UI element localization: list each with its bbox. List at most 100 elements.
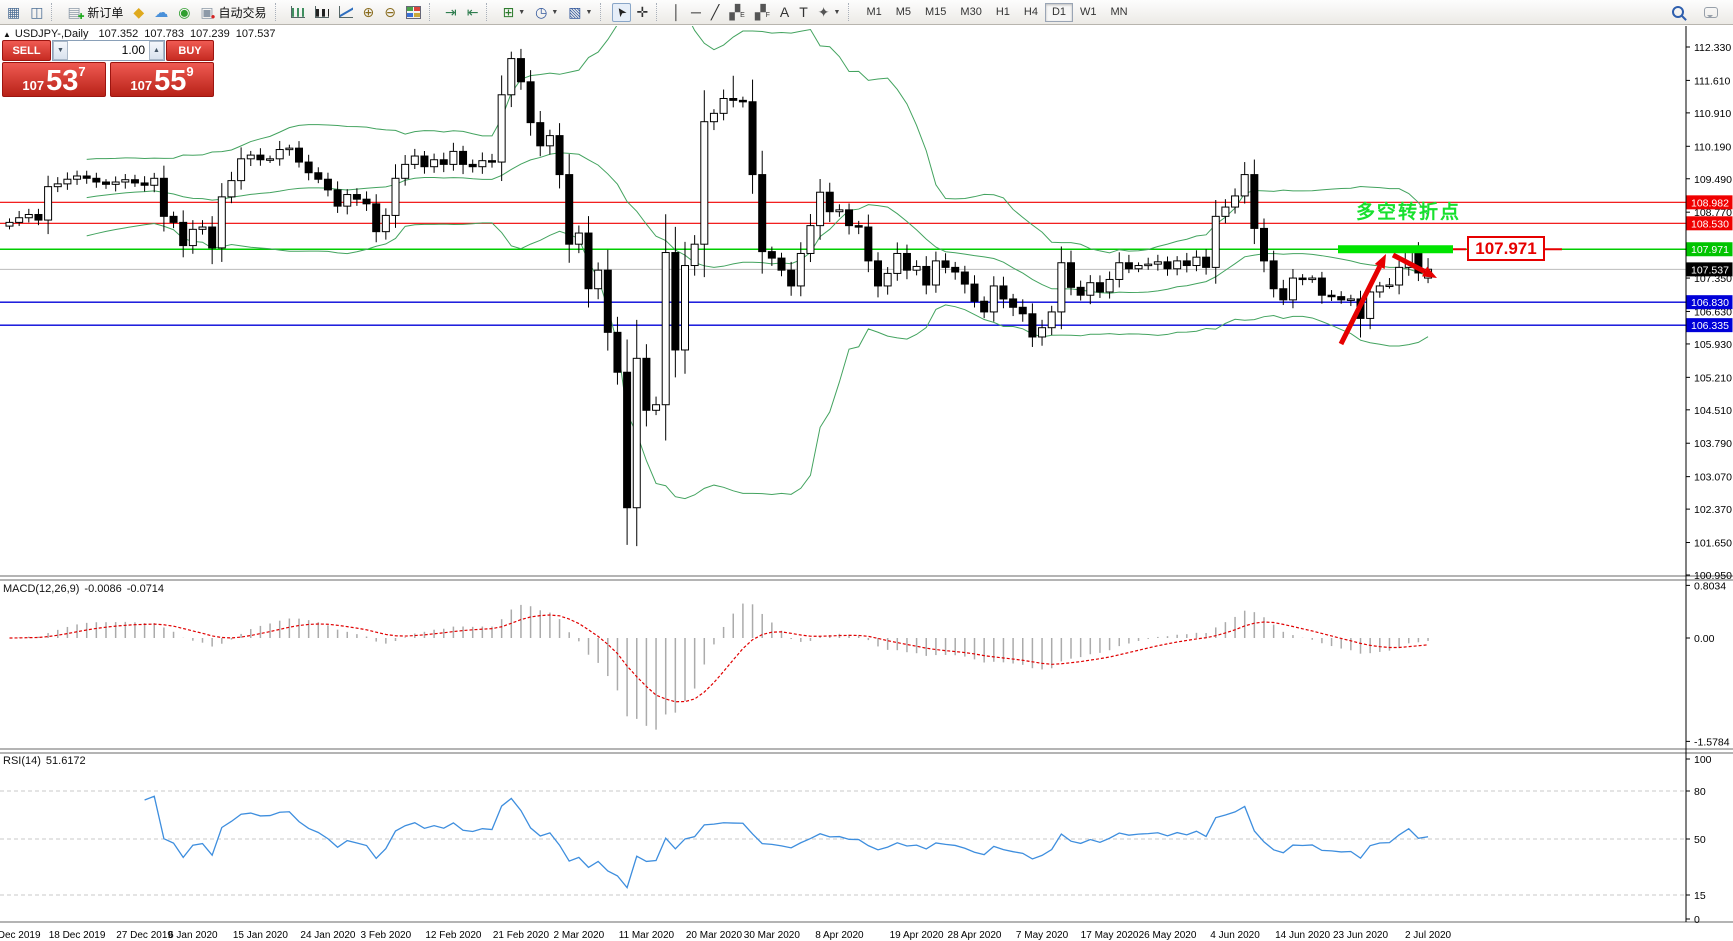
svg-text:24 Jan 2020: 24 Jan 2020 [300,930,355,941]
new-chart-button[interactable]: ▦ [3,3,24,22]
zoom-in-button[interactable]: ⊕ [359,3,379,22]
svg-text:100: 100 [1694,754,1712,766]
templates-button[interactable]: ▧▼ [564,3,596,22]
sell-pip-fraction: 7 [78,64,85,79]
buy-price-button[interactable]: 107559 [110,62,214,97]
svg-text:17 May 2020: 17 May 2020 [1081,930,1139,941]
periods-icon: ◷ [535,5,547,19]
buy-big-figure: 107 [130,78,152,93]
horizontal-line-button[interactable]: ─ [687,3,705,22]
profiles-icon: ◫ [30,5,43,19]
main-toolbar: ▦◫▤✚新订单◆☁◉▣●自动交易⊕⊖⇥⇤⊞▼◷▼▧▼➤✛│─╱▞E▞FAT✦▼M… [0,0,1733,25]
timeframe-m15-button[interactable]: M15 [918,3,953,22]
toolbar-separator [429,3,436,21]
svg-text:28 Apr 2020: 28 Apr 2020 [948,930,1002,941]
svg-text:30 Mar 2020: 30 Mar 2020 [744,930,801,941]
svg-text:11 Mar 2020: 11 Mar 2020 [619,930,675,941]
svg-text:104.510: 104.510 [1694,405,1732,417]
buy-button[interactable]: BUY [166,40,214,61]
svg-text:27 Dec 2019: 27 Dec 2019 [116,930,173,941]
bar-chart-button[interactable] [287,3,309,22]
toolbar-separator [600,3,607,21]
indicators-list-button[interactable]: ⊞▼ [498,3,529,22]
trend-line-icon: ╱ [711,5,719,19]
sell-price-button[interactable]: 107537 [2,62,106,97]
svg-text:0: 0 [1694,914,1700,926]
chat-button[interactable] [1700,3,1722,22]
toolbar-right-icons [1667,3,1731,22]
periods-button[interactable]: ◷▼ [531,3,562,22]
sell-big-figure: 107 [22,78,44,93]
cursor-button[interactable]: ➤ [612,3,630,22]
candle-chart-button[interactable] [311,3,333,22]
close-value: 107.537 [236,28,276,40]
signals-button[interactable]: ◉ [174,3,194,22]
chart-shift-icon: ⇤ [467,5,479,19]
community-button[interactable]: ☁ [150,3,172,22]
toolbar-separator [275,3,282,21]
svg-text:106.335: 106.335 [1691,320,1729,332]
crosshair-icon: ✛ [637,5,649,19]
toolbar-separator [51,3,58,21]
collapse-marker-icon[interactable]: ▲ [3,30,11,39]
trend-line-button[interactable]: ╱ [707,3,723,22]
timeframe-m1-button[interactable]: M1 [859,3,888,22]
text-label-button[interactable]: T [795,3,812,22]
svg-text:106.830: 106.830 [1691,297,1729,309]
metaeditor-button[interactable]: ◆ [129,3,148,22]
vertical-line-button[interactable]: │ [668,3,685,22]
timeframe-w1-button[interactable]: W1 [1073,3,1104,22]
chart-canvas[interactable]: 112.330111.610110.910110.190109.490108.7… [0,26,1733,941]
tile-windows-button[interactable] [402,3,425,22]
arrows-tool-button[interactable]: ✦▼ [814,3,845,22]
svg-text:15: 15 [1694,890,1706,902]
text-button[interactable]: A [776,3,793,22]
svg-text:109.490: 109.490 [1694,174,1732,186]
auto-scroll-icon: ⇥ [445,5,457,19]
chart-window[interactable]: 112.330111.610110.910110.190109.490108.7… [0,26,1733,941]
timeframe-d1-button[interactable]: D1 [1045,3,1073,22]
timeframe-mn-button[interactable]: MN [1104,3,1135,22]
volume-decrease-button[interactable]: ▼ [53,41,68,60]
svg-text:110.190: 110.190 [1694,141,1731,153]
templates-dropdown-icon[interactable]: ▼ [586,9,593,16]
chat-icon [1704,7,1718,18]
timeframe-h4-button[interactable]: H4 [1017,3,1045,22]
zoom-out-button[interactable]: ⊖ [380,3,400,22]
timeframe-h1-button[interactable]: H1 [989,3,1017,22]
new-order-badge-icon: ✚ [78,12,85,21]
sell-button[interactable]: SELL [2,40,51,61]
arrows-tool-dropdown-icon[interactable]: ▼ [834,9,841,16]
volume-input[interactable]: 1.00 [68,41,149,60]
svg-text:14 Jun 2020: 14 Jun 2020 [1275,930,1330,941]
periods-dropdown-icon[interactable]: ▼ [551,9,558,16]
svg-text:108.530: 108.530 [1691,218,1729,230]
svg-text:107.537: 107.537 [1691,264,1729,276]
svg-text:2 Mar 2020: 2 Mar 2020 [554,930,605,941]
new-order-button[interactable]: ▤✚新订单 [63,3,127,22]
turning-point-annotation: 多空转折点 [1356,197,1461,224]
svg-text:23 Jun 2020: 23 Jun 2020 [1333,930,1388,941]
volume-increase-button[interactable]: ▲ [149,41,164,60]
svg-text:103.790: 103.790 [1694,438,1732,450]
fibonacci-button[interactable]: ▞F [751,3,774,22]
chart-shift-button[interactable]: ⇤ [463,3,483,22]
equidistant-channel-button[interactable]: ▞E [725,3,748,22]
svg-text:103.070: 103.070 [1694,472,1732,484]
svg-text:105.210: 105.210 [1694,372,1732,384]
indicators-list-dropdown-icon[interactable]: ▼ [518,9,525,16]
auto-scroll-button[interactable]: ⇥ [441,3,461,22]
timeframe-m30-button[interactable]: M30 [953,3,988,22]
line-chart-button[interactable] [335,3,357,22]
autotrading-button[interactable]: ▣●自动交易 [196,3,270,22]
profiles-button[interactable]: ◫ [26,3,47,22]
svg-text:101.650: 101.650 [1694,538,1732,550]
crosshair-button[interactable]: ✛ [633,3,653,22]
fibonacci-icon: ▞ [755,5,766,19]
bar-chart-icon [291,6,305,18]
fibonacci-sub-letter: F [766,12,770,19]
search-button[interactable] [1668,3,1688,22]
timeframe-m5-button[interactable]: M5 [889,3,918,22]
macd-main-value: -0.0086 [84,583,121,595]
rsi-value: 51.6172 [46,755,86,767]
